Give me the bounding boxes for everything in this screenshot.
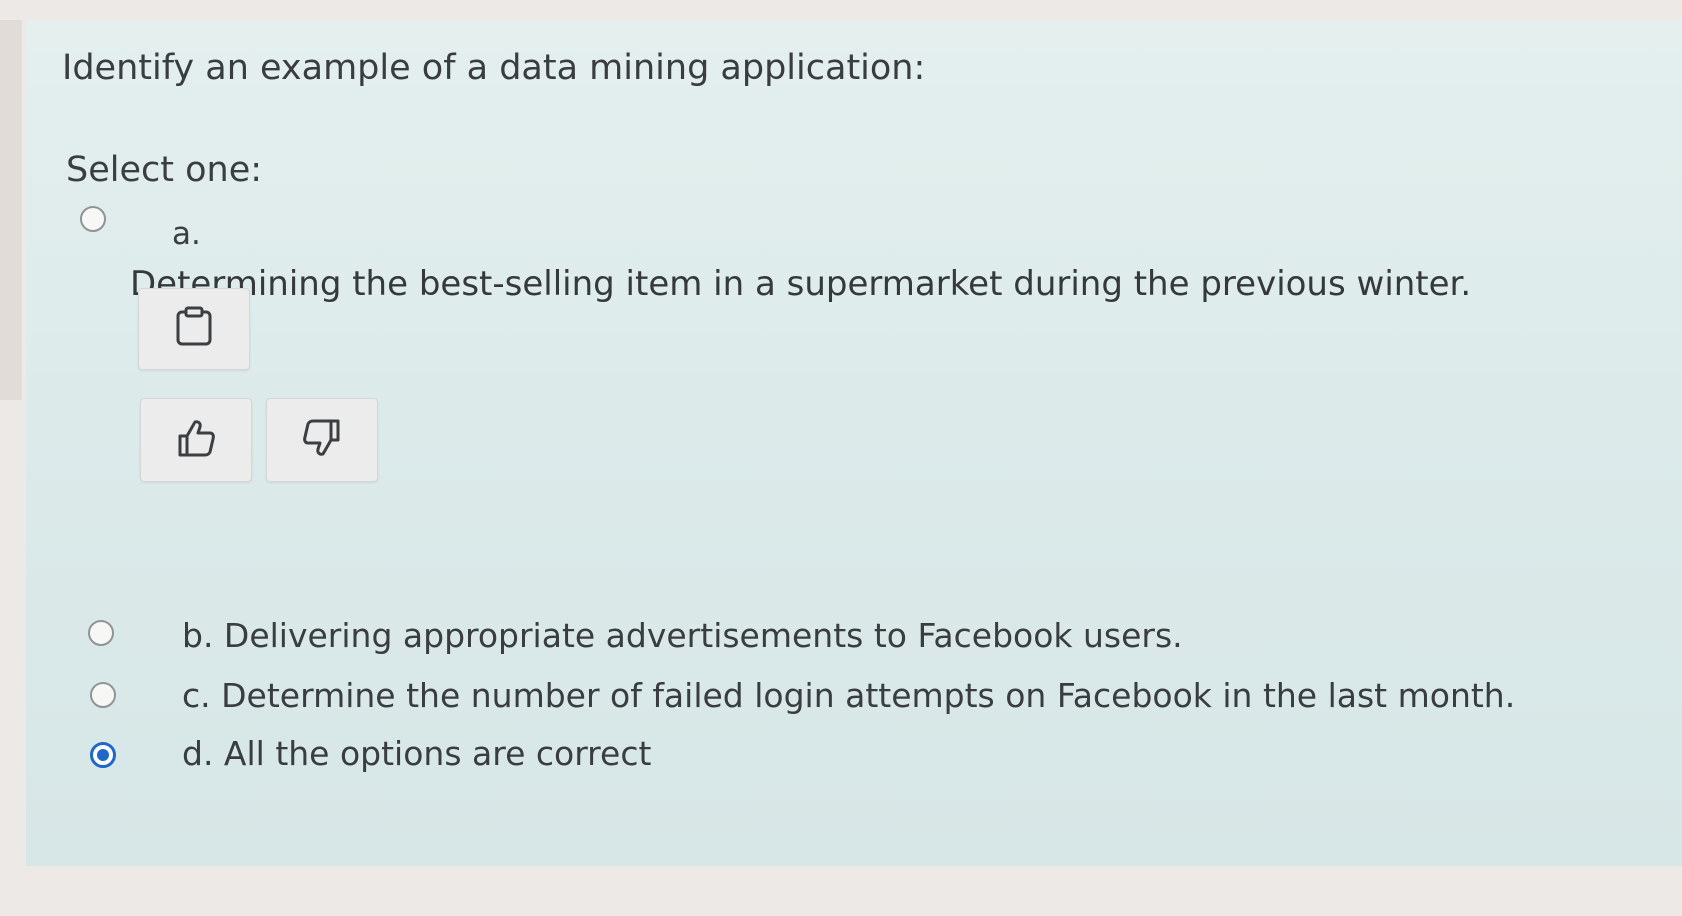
option-a-text: Determining the best-selling item in a s… xyxy=(130,264,1472,304)
option-b-text: b. Delivering appropriate advertisements… xyxy=(182,616,1183,655)
clipboard-icon xyxy=(174,306,214,352)
copy-button[interactable] xyxy=(138,288,250,370)
question-text: Identify an example of a data mining app… xyxy=(62,48,926,88)
option-c-text: c. Determine the number of failed login … xyxy=(182,676,1516,715)
option-b-radio[interactable] xyxy=(88,620,114,646)
option-a-letter: a. xyxy=(172,216,201,252)
option-a-radio[interactable] xyxy=(80,206,106,232)
thumbs-up-icon xyxy=(174,416,218,464)
thumbs-down-icon xyxy=(300,416,344,464)
option-c-radio[interactable] xyxy=(90,682,116,708)
left-edge-strip xyxy=(0,20,22,400)
option-d-radio[interactable] xyxy=(90,742,116,768)
thumbs-up-button[interactable] xyxy=(140,398,252,482)
option-d-text: d. All the options are correct xyxy=(182,734,652,773)
question-card: Identify an example of a data mining app… xyxy=(26,20,1682,866)
thumbs-down-button[interactable] xyxy=(266,398,378,482)
select-one-label: Select one: xyxy=(66,150,263,190)
